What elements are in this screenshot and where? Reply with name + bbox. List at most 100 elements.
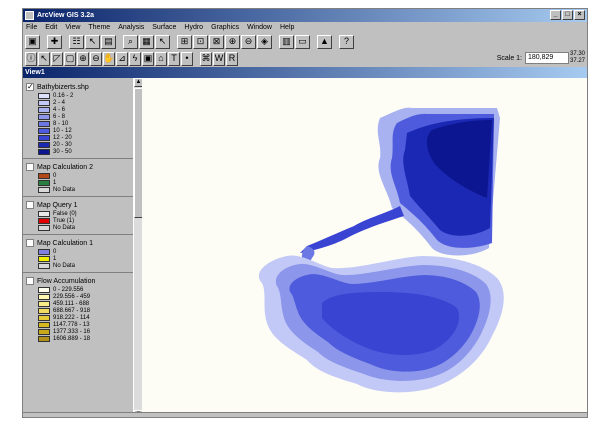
pan-icon[interactable]: ✋ [103,51,115,66]
legend-item: True (1) [38,217,130,224]
legend-item: 1 [38,179,130,186]
legend-item: 12 - 20 [38,134,130,141]
menu-theme[interactable]: Theme [88,24,110,31]
theme-divider [23,234,133,235]
measure-icon[interactable]: ⊿ [116,51,128,66]
save-icon[interactable]: ▣ [25,34,40,49]
view-titlebar: View1 [23,67,587,78]
legend-swatch [38,172,50,179]
legend-swatch [38,293,50,300]
identify-icon[interactable]: ⓘ [25,51,37,66]
theme-visibility-checkbox[interactable] [26,201,34,209]
coord-x: 37.30 [569,51,585,57]
legend-label: 6 - 8 [53,113,66,120]
flow-path-icon[interactable]: R [226,51,238,66]
legend-label: No Data [53,262,76,269]
draw-icon[interactable]: • [181,51,193,66]
theme-map-calculation-1[interactable]: Map Calculation 1 0 1 No Data [26,238,130,269]
legend-label: False (0) [53,210,77,217]
menu-file[interactable]: File [26,24,37,31]
legend-label: 229.556 - 459 [53,293,91,300]
close-button[interactable]: × [574,10,585,20]
legend-item: False (0) [38,210,130,217]
theme-bathybizerts[interactable]: ✓ Bathybizerts.shp 0.16 - 2 2 - 4 4 - 6 … [26,82,130,155]
hotlink-icon[interactable]: ▲ [317,34,332,49]
legend-item: 1606.889 - 18 [38,335,130,342]
zoom-out-tool-icon[interactable]: ⊖ [90,51,102,66]
menu-hydro[interactable]: Hydro [184,24,203,31]
theme-visibility-checkbox[interactable] [26,277,34,285]
window-controls: _ □ × [550,10,585,20]
chart-icon[interactable]: ▭ [295,34,310,49]
flow-direction-icon[interactable]: ⌘ [200,51,212,66]
legend-item: 1377.333 - 16 [38,328,130,335]
help-icon[interactable]: ? [339,34,354,49]
area-of-interest-icon[interactable]: ▣ [142,51,154,66]
add-theme-icon[interactable]: ✚ [47,34,62,49]
bathymetry-map [258,107,504,393]
find-icon[interactable]: ⌕ [123,34,138,49]
scale-input[interactable]: 180,829 [525,52,569,64]
theme-visibility-checkbox[interactable]: ✓ [26,83,34,91]
coord-y: 37.27 [569,58,585,64]
legend-label: 0 [53,248,57,255]
legend-swatch [38,141,50,148]
table-of-contents: ✓ Bathybizerts.shp 0.16 - 2 2 - 4 4 - 6 … [23,78,134,417]
open-table-icon[interactable]: ▤ [101,34,116,49]
hotlink-tool-icon[interactable]: ϟ [129,51,141,66]
legend-label: 2 - 4 [53,99,66,106]
map-display[interactable] [142,78,587,417]
layout-icon[interactable]: ▥ [279,34,294,49]
menu-surface[interactable]: Surface [152,24,176,31]
legend-item: 20 - 30 [38,141,130,148]
legend-item: 10 - 12 [38,127,130,134]
theme-visibility-checkbox[interactable] [26,163,34,171]
legend-item: 1147.778 - 13 [38,321,130,328]
theme-flow-accumulation[interactable]: Flow Accumulation 0 - 229.556 229.556 - … [26,276,130,342]
legend-swatch [38,335,50,342]
minimize-button[interactable]: _ [550,10,561,20]
zoom-selected-icon[interactable]: ⊠ [209,34,224,49]
menu-help[interactable]: Help [280,24,294,31]
zoom-in-tool-icon[interactable]: ⊕ [77,51,89,66]
theme-map-query-1[interactable]: Map Query 1 False (0) True (1) No Data [26,200,130,231]
menu-view[interactable]: View [65,24,80,31]
button-bar: ▣ ✚ ☷ ↖ ▤ ⌕ ▦ ↖ ⊞ ⊡ ⊠ ⊕ ⊖ ◈ ▥ ▭ ▲ ? [23,33,587,50]
vertex-edit-icon[interactable]: ◸ [51,51,63,66]
menu-edit[interactable]: Edit [45,24,57,31]
coordinate-readout: 37.30 37.27 [570,51,585,65]
select-icon[interactable]: ↖ [155,34,170,49]
zoom-in-icon[interactable]: ⊕ [225,34,240,49]
legend-item: No Data [38,186,130,193]
legend-label: 4 - 6 [53,106,66,113]
zoom-active-icon[interactable]: ⊡ [193,34,208,49]
legend-item: 0 [38,248,130,255]
theme-properties-icon[interactable]: ☷ [69,34,84,49]
label-icon[interactable]: ⌂ [155,51,167,66]
select-feature-icon[interactable]: ▢ [64,51,76,66]
pointer-icon[interactable]: ↖ [38,51,50,66]
watershed-icon[interactable]: W [213,51,225,66]
theme-visibility-checkbox[interactable] [26,239,34,247]
legend-label: 10 - 12 [53,127,72,134]
menu-window[interactable]: Window [247,24,272,31]
legend-swatch [38,186,50,193]
zoom-previous-icon[interactable]: ◈ [257,34,272,49]
menu-analysis[interactable]: Analysis [118,24,144,31]
zoom-full-icon[interactable]: ⊞ [177,34,192,49]
menu-graphics[interactable]: Graphics [211,24,239,31]
legend-label: 1606.889 - 18 [53,335,91,342]
legend-label: True (1) [53,217,75,224]
zoom-out-icon[interactable]: ⊖ [241,34,256,49]
maximize-button[interactable]: □ [562,10,573,20]
legend-swatch [38,92,50,99]
query-builder-icon[interactable]: ▦ [139,34,154,49]
legend-item: 2 - 4 [38,99,130,106]
text-icon[interactable]: T [168,51,180,66]
tool-bar: ⓘ ↖ ◸ ▢ ⊕ ⊖ ✋ ⊿ ϟ ▣ ⌂ T • ⌘ W R Scale 1:… [23,50,587,67]
legend-label: 0.16 - 2 [53,92,74,99]
theme-map-calculation-2[interactable]: Map Calculation 2 0 1 No Data [26,162,130,193]
legend-item: 0.16 - 2 [38,92,130,99]
edit-legend-icon[interactable]: ↖ [85,34,100,49]
legend-item: 0 - 229.556 [38,286,130,293]
